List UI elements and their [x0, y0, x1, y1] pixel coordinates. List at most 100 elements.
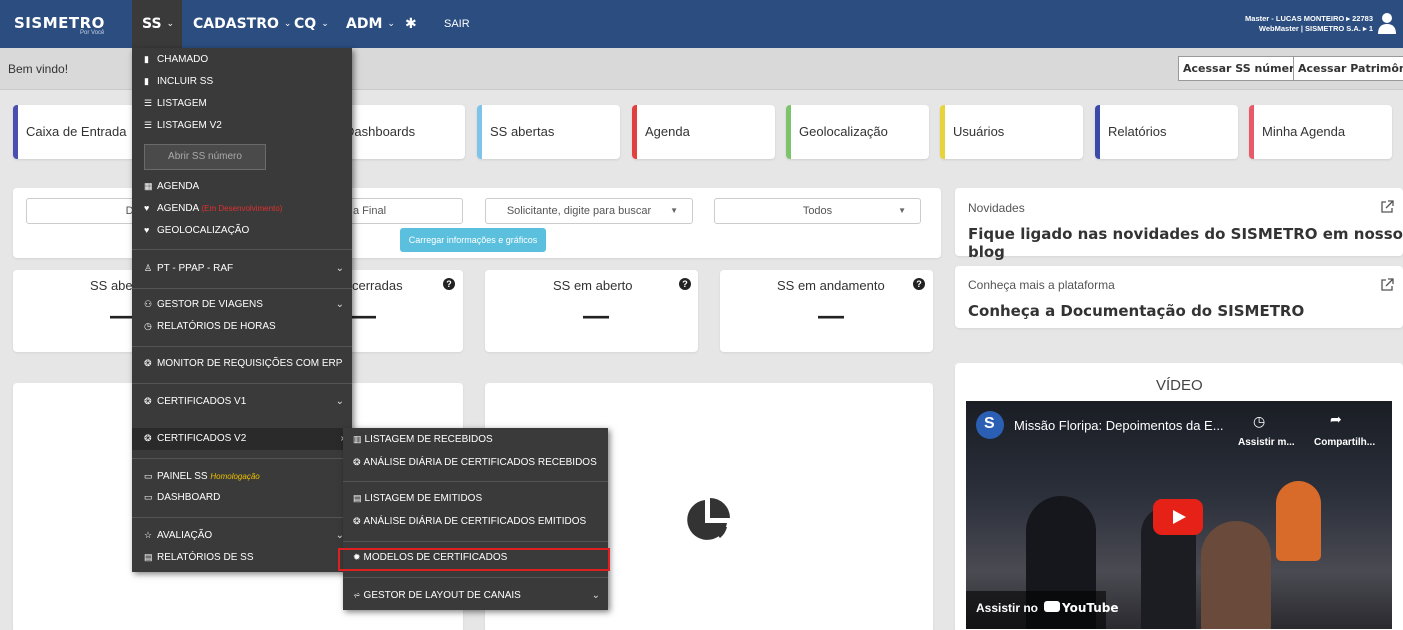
- load-data-button[interactable]: Carregar informações e gráficos: [400, 228, 546, 252]
- submenu-item-gestor-layout-canais[interactable]: ⩫ GESTOR DE LAYOUT DE CANAIS: [353, 590, 521, 601]
- submenu-item-analise-emitidos[interactable]: ❂ ANÁLISE DIÁRIA DE CERTIFICADOS EMITIDOS: [353, 516, 586, 527]
- tile-accent-bar: [632, 105, 637, 159]
- logout-link[interactable]: SAIR: [444, 0, 470, 48]
- video-heading: VÍDEO: [1156, 377, 1203, 394]
- tile-relatorios[interactable]: Relatórios: [1095, 105, 1238, 159]
- menu-item-label: CERTIFICADOS V2: [157, 433, 247, 444]
- external-link-icon[interactable]: [1380, 200, 1394, 214]
- pie-chart-icon: [687, 498, 730, 540]
- menu-item-avaliacao[interactable]: ☆ AVALIAÇÃO: [144, 530, 212, 541]
- submenu-item-label: LISTAGEM DE RECEBIDOS: [364, 434, 493, 445]
- youtube-logo-icon: [1044, 601, 1060, 612]
- play-icon[interactable]: [1153, 499, 1203, 535]
- menu-item-chamado[interactable]: ▮ CHAMADO: [144, 54, 208, 65]
- logo-subtitle: Por Você: [80, 30, 105, 36]
- menu-item-listagem-v2[interactable]: ☰ LISTAGEM V2: [144, 120, 222, 131]
- tile-accent-bar: [940, 105, 945, 159]
- tile-accent-bar: [13, 105, 18, 159]
- tile-label: Geolocalização: [799, 124, 888, 139]
- docs-title[interactable]: Conheça a Documentação do SISMETRO: [968, 302, 1304, 320]
- nav-menu-ss[interactable]: SS ⌄: [132, 0, 182, 48]
- menu-item-relatorios-ss[interactable]: ▤ RELATÓRIOS DE SS: [144, 552, 254, 563]
- youtube-wordmark[interactable]: YouTube: [1062, 601, 1119, 615]
- nav-menu-cadastro-label: CADASTRO: [193, 16, 279, 32]
- nav-menu-ss-label: SS: [142, 16, 162, 32]
- help-icon[interactable]: ?: [443, 278, 455, 290]
- map-marker-icon: ♥: [144, 203, 150, 213]
- menu-divider: [343, 481, 608, 482]
- monitor-icon: ▭: [144, 471, 153, 481]
- tile-agenda[interactable]: Agenda: [632, 105, 775, 159]
- submenu-item-analise-recebidos[interactable]: ❂ ANÁLISE DIÁRIA DE CERTIFICADOS RECEBIDO…: [353, 457, 597, 468]
- nav-menu-cadastro[interactable]: CADASTRO ⌄: [193, 0, 291, 48]
- watch-on-text[interactable]: Assistir no: [976, 601, 1038, 615]
- menu-item-gestor-viagens[interactable]: ⚇ GESTOR DE VIAGENS: [144, 299, 263, 310]
- nav-menu-adm[interactable]: ADM ⌄: [346, 0, 395, 48]
- tile-minha-agenda[interactable]: Minha Agenda: [1249, 105, 1392, 159]
- calendar-icon: ▦: [144, 181, 153, 191]
- caret-down-icon: ▼: [898, 206, 906, 215]
- menu-item-agenda[interactable]: ▦ AGENDA: [144, 181, 199, 192]
- share-button[interactable]: Compartilh...: [1314, 437, 1375, 448]
- file-text-icon: ▤: [144, 552, 153, 562]
- file-icon: ▮: [144, 76, 149, 86]
- menu-item-relatorios-horas[interactable]: ◷ RELATÓRIOS DE HORAS: [144, 321, 276, 332]
- menu-item-label: CERTIFICADOS V1: [157, 396, 247, 407]
- list-icon: ☰: [144, 98, 153, 108]
- menu-item-label: RELATÓRIOS DE SS: [157, 552, 254, 563]
- menu-item-certificados-v1[interactable]: ❂ CERTIFICADOS V1: [144, 396, 246, 407]
- tile-usuarios[interactable]: Usuários: [940, 105, 1083, 159]
- channel-avatar-icon[interactable]: S: [976, 411, 1004, 439]
- requester-select-value: Solicitante, digite para buscar: [506, 205, 652, 217]
- tile-label: Caixa de Entrada: [26, 124, 127, 139]
- nav-menu-cq[interactable]: CQ ⌄: [294, 0, 329, 48]
- menu-item-painel-ss[interactable]: ▭ PAINEL SS Homologação: [144, 471, 260, 482]
- submenu-item-listagem-emitidos[interactable]: ▤ LISTAGEM DE EMITIDOS: [353, 493, 482, 504]
- stat-title: SS em aberto: [553, 278, 633, 293]
- file-icon: ▮: [144, 54, 149, 64]
- menu-item-pt-ppap-raf[interactable]: ♙ PT - PPAP - RAF: [144, 263, 233, 274]
- menu-item-certificados-v2[interactable]: ❂ CERTIFICADOS V2: [144, 433, 246, 444]
- video-title[interactable]: Missão Floripa: Depoimentos da E...: [1014, 418, 1224, 433]
- chevron-down-icon: ⌄: [335, 396, 344, 407]
- tile-geolocalizacao[interactable]: Geolocalização: [786, 105, 929, 159]
- menu-item-label: PT - PPAP - RAF: [157, 263, 234, 274]
- chevron-down-icon: ⌄: [387, 19, 395, 29]
- settings-gear-icon[interactable]: ✱: [405, 0, 417, 48]
- help-icon[interactable]: ?: [913, 278, 925, 290]
- external-link-icon[interactable]: [1380, 278, 1394, 292]
- menu-item-label: LISTAGEM V2: [157, 120, 222, 131]
- chevron-down-icon: ⌄: [283, 19, 292, 29]
- access-patrimonio-button[interactable]: Acessar Patrimônio: [1293, 56, 1403, 81]
- stat-value: —: [818, 300, 844, 330]
- star-icon: ☆: [144, 530, 153, 540]
- nav-menu-adm-label: ADM: [346, 16, 383, 32]
- submenu-item-listagem-recebidos[interactable]: ▥ LISTAGEM DE RECEBIDOS: [353, 434, 493, 445]
- access-ss-number-button[interactable]: Acessar SS número: [1178, 56, 1308, 81]
- menu-item-geolocalizacao[interactable]: ♥ GEOLOCALIZAÇÃO: [144, 225, 249, 236]
- watch-later-button[interactable]: Assistir m...: [1238, 437, 1295, 448]
- certificate-icon: ❂: [353, 516, 361, 526]
- homologation-tag: Homologação: [210, 472, 260, 481]
- tile-label: Dashboards: [345, 124, 416, 139]
- requester-select[interactable]: Solicitante, digite para buscar ▼: [485, 198, 693, 224]
- menu-item-dashboard[interactable]: ▭ DASHBOARD: [144, 492, 220, 503]
- status-select[interactable]: Todos ▼: [714, 198, 921, 224]
- youtube-embed[interactable]: S Missão Floripa: Depoimentos da E... ◷ …: [966, 401, 1392, 629]
- menu-item-label: AGENDA: [157, 181, 200, 192]
- user-avatar-icon[interactable]: [1377, 12, 1397, 34]
- news-title[interactable]: Fique ligado nas novidades do SISMETRO e…: [968, 225, 1403, 261]
- menu-item-listagem[interactable]: ☰ LISTAGEM: [144, 98, 207, 109]
- user-info[interactable]: Master - LUCAS MONTEIRO ▸ 22783 WebMaste…: [1245, 14, 1373, 34]
- certificate-icon: ❂: [144, 396, 152, 406]
- stat-value: —: [583, 300, 609, 330]
- certificate-icon: ❂: [144, 358, 152, 368]
- tile-ss-abertas[interactable]: SS abertas: [477, 105, 620, 159]
- menu-item-monitor-erp[interactable]: ❂ MONITOR DE REQUISIÇÕES COM ERP: [144, 358, 342, 369]
- help-icon[interactable]: ?: [679, 278, 691, 290]
- list-icon: ☰: [144, 120, 153, 130]
- menu-item-label: LISTAGEM: [157, 98, 207, 109]
- menu-item-agenda-dev[interactable]: ♥ AGENDA (Em Desenvolvimento): [144, 203, 282, 214]
- menu-item-incluir-ss[interactable]: ▮ INCLUIR SS: [144, 76, 213, 87]
- open-ss-number-input[interactable]: Abrir SS número: [144, 144, 266, 170]
